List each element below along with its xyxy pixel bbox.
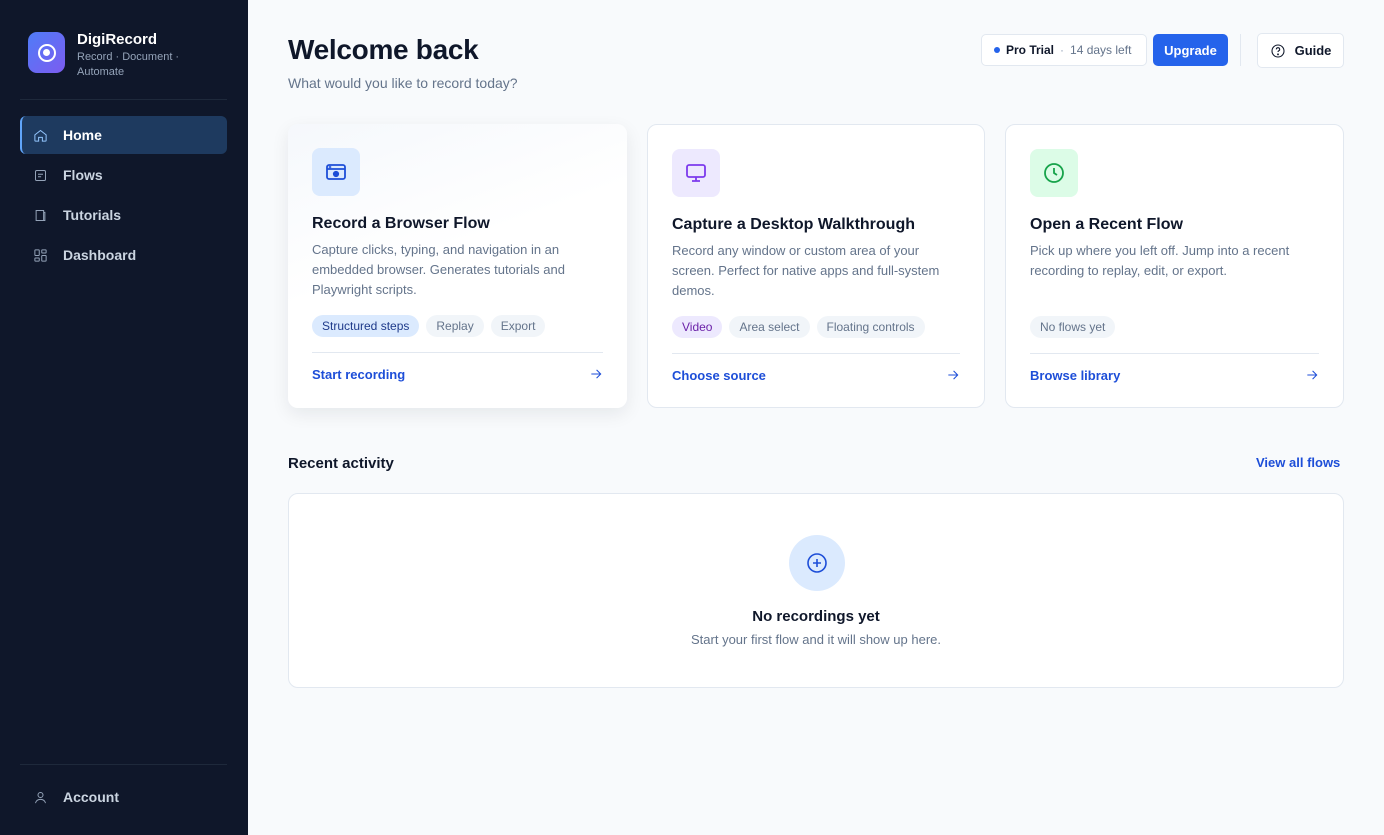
- card-desktop-walkthrough[interactable]: Capture a Desktop Walkthrough Record any…: [647, 124, 985, 408]
- sidebar-item-flows[interactable]: Flows: [20, 156, 227, 194]
- card-divider: [672, 353, 960, 354]
- browse-library-link[interactable]: Browse library: [1030, 368, 1120, 383]
- sidebar-nav: Home Flows Tutorials Dashboard: [20, 116, 227, 276]
- sidebar-item-tutorials[interactable]: Tutorials: [20, 196, 227, 234]
- tag-chip: Structured steps: [312, 315, 420, 337]
- brand-name: DigiRecord: [77, 31, 158, 48]
- page-subtitle: What would you like to record today?: [288, 75, 518, 91]
- upgrade-button[interactable]: Upgrade: [1153, 34, 1228, 66]
- start-recording-link[interactable]: Start recording: [312, 367, 405, 382]
- sidebar-item-label: Home: [63, 127, 102, 143]
- help-circle-icon: [1271, 43, 1285, 58]
- home-icon: [33, 128, 48, 143]
- brand-tagline: Record · Document · Automate: [77, 51, 180, 78]
- trial-badge[interactable]: Pro Trial · 14 days left: [981, 34, 1147, 66]
- card-divider: [312, 352, 603, 353]
- plus-circle-icon[interactable]: [789, 535, 845, 591]
- recent-activity-title: Recent activity: [288, 455, 394, 472]
- tag-chip: Replay: [426, 315, 484, 337]
- status-dot-icon: [994, 47, 1000, 53]
- list-icon: [33, 168, 48, 183]
- card-tags: Structured steps Replay Export: [312, 315, 546, 337]
- tag-chip: Floating controls: [816, 316, 925, 338]
- trial-days-left: 14 days left: [1070, 43, 1132, 57]
- arrow-right-icon[interactable]: [946, 368, 960, 382]
- book-icon: [33, 208, 48, 223]
- tag-chip: No flows yet: [1030, 316, 1116, 338]
- sidebar-item-label: Flows: [63, 167, 103, 183]
- trial-plan: Pro Trial: [1006, 43, 1055, 57]
- grid-icon: [33, 248, 48, 263]
- card-tags: Video Area select Floating controls: [672, 316, 925, 338]
- choose-source-link[interactable]: Choose source: [672, 368, 766, 383]
- card-title: Open a Recent Flow: [1030, 216, 1183, 233]
- header-divider: [1240, 34, 1241, 66]
- arrow-right-icon[interactable]: [1305, 368, 1319, 382]
- view-all-flows-link[interactable]: View all flows: [1256, 455, 1340, 470]
- tag-chip: Video: [672, 316, 723, 338]
- card-tags: No flows yet: [1030, 316, 1116, 338]
- sidebar: DigiRecord Record · Document · Automate …: [0, 0, 248, 835]
- card-divider: [1030, 353, 1319, 354]
- card-title: Record a Browser Flow: [312, 215, 490, 232]
- user-icon: [33, 790, 48, 805]
- card-open-recent-flow[interactable]: Open a Recent Flow Pick up where you lef…: [1005, 124, 1344, 408]
- browser-icon: [312, 148, 360, 196]
- card-record-browser-flow[interactable]: Record a Browser Flow Capture clicks, ty…: [288, 124, 627, 408]
- sidebar-item-dashboard[interactable]: Dashboard: [20, 236, 227, 274]
- tag-chip: Export: [490, 315, 546, 337]
- brand[interactable]: DigiRecord Record · Document · Automate: [28, 32, 187, 80]
- sidebar-item-home[interactable]: Home: [20, 116, 227, 154]
- guide-label: Guide: [1294, 43, 1332, 58]
- card-title: Capture a Desktop Walkthrough: [672, 216, 915, 233]
- page-title: Welcome back: [288, 34, 479, 65]
- empty-state-title: No recordings yet: [752, 608, 880, 625]
- account-button[interactable]: Account: [20, 778, 227, 816]
- empty-state: No recordings yet Start your first flow …: [288, 493, 1344, 688]
- card-description: Pick up where you left off. Jump into a …: [1030, 243, 1290, 278]
- sidebar-divider: [20, 99, 227, 100]
- guide-button[interactable]: Guide: [1257, 33, 1344, 68]
- sidebar-item-label: Dashboard: [63, 247, 137, 263]
- monitor-icon: [672, 149, 720, 197]
- card-description: Record any window or custom area of your…: [672, 243, 940, 298]
- sidebar-item-label: Tutorials: [63, 207, 122, 223]
- record-logo-icon: [28, 32, 65, 73]
- card-description: Capture clicks, typing, and navigation i…: [312, 242, 565, 297]
- sidebar-divider: [20, 764, 227, 765]
- arrow-right-icon[interactable]: [589, 367, 603, 381]
- trial-separator: ·: [1060, 43, 1065, 57]
- account-label: Account: [63, 789, 119, 805]
- tag-chip: Area select: [729, 316, 810, 338]
- empty-state-subtitle: Start your first flow and it will show u…: [691, 632, 941, 647]
- clock-icon: [1030, 149, 1078, 197]
